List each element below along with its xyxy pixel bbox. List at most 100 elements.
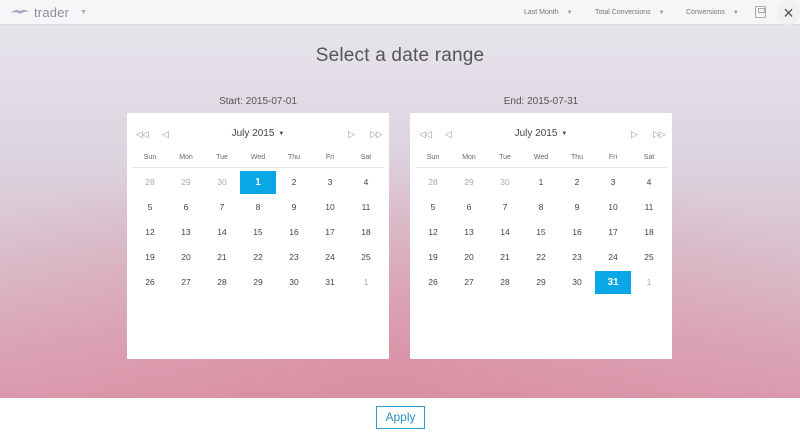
- conversions-menu-label: Conversions: [686, 9, 725, 16]
- calendar-week: 5 6 7 8 9 10 11: [415, 196, 667, 221]
- calendar-day[interactable]: 7: [487, 196, 523, 219]
- calendar-day[interactable]: 21: [204, 246, 240, 269]
- calendar-day[interactable]: 30: [276, 271, 312, 294]
- calendar-day[interactable]: 29: [523, 271, 559, 294]
- calendar-day[interactable]: 13: [168, 221, 204, 244]
- calendar-day[interactable]: 2: [276, 171, 312, 194]
- calendar-day[interactable]: 11: [348, 196, 384, 219]
- calendar-day[interactable]: 6: [451, 196, 487, 219]
- calendar-day[interactable]: 22: [240, 246, 276, 269]
- calendar-week: 26 27 28 29 30 31 1: [132, 271, 384, 296]
- calendar-day[interactable]: 24: [312, 246, 348, 269]
- calendar-day[interactable]: 1: [348, 271, 384, 294]
- calendar-day[interactable]: 1: [523, 171, 559, 194]
- calendar-day[interactable]: 25: [348, 246, 384, 269]
- weekday-label: Fri: [325, 154, 335, 161]
- calendar-day[interactable]: 22: [523, 246, 559, 269]
- calendar-day[interactable]: 14: [487, 221, 523, 244]
- calendar-day[interactable]: 17: [595, 221, 631, 244]
- calendar-day[interactable]: 4: [348, 171, 384, 194]
- calendar-day[interactable]: 24: [595, 246, 631, 269]
- calendar-day[interactable]: 30: [487, 171, 523, 194]
- weekday-label: Sat: [643, 154, 655, 161]
- top-bar: trader ▼ Last Month ▼ Total Conversions …: [0, 0, 800, 25]
- calendar-day[interactable]: 25: [631, 246, 667, 269]
- calendar-day[interactable]: 30: [204, 171, 240, 194]
- calendar-day[interactable]: 11: [631, 196, 667, 219]
- bird-logo-icon: [11, 9, 29, 14]
- calendar-day[interactable]: 10: [595, 196, 631, 219]
- calendar-day[interactable]: 12: [415, 221, 451, 244]
- calendar-day[interactable]: 3: [312, 171, 348, 194]
- calendar-day[interactable]: 7: [204, 196, 240, 219]
- calendar-day[interactable]: 30: [559, 271, 595, 294]
- apply-button[interactable]: Apply: [376, 406, 425, 429]
- calendar-day[interactable]: 23: [559, 246, 595, 269]
- calendar-week: 26 27 28 29 30 31 1: [415, 271, 667, 296]
- calendar-day[interactable]: 31: [312, 271, 348, 294]
- next-year-icon[interactable]: ▷▷: [370, 127, 383, 141]
- calendar-day[interactable]: 18: [631, 221, 667, 244]
- calendar-day[interactable]: 9: [276, 196, 312, 219]
- calendar-day[interactable]: 26: [415, 271, 451, 294]
- calendar-day[interactable]: 28: [415, 171, 451, 194]
- next-month-icon[interactable]: ▷: [348, 127, 355, 141]
- calendar-nav: ◁◁ ◁ July 2015 ▼ ▷ ▷▷: [410, 127, 672, 141]
- calendar-day[interactable]: 29: [451, 171, 487, 194]
- date-range-menu[interactable]: Last Month ▼: [524, 0, 573, 25]
- weekday-label: Fri: [608, 154, 618, 161]
- calendar-day[interactable]: 18: [348, 221, 384, 244]
- calendar-day[interactable]: 5: [415, 196, 451, 219]
- weekday-label: Tue: [499, 154, 511, 161]
- chevron-down-icon[interactable]: ▼: [80, 9, 87, 16]
- calendar-day[interactable]: 21: [487, 246, 523, 269]
- calendar-day[interactable]: 29: [168, 171, 204, 194]
- calendar-day[interactable]: 14: [204, 221, 240, 244]
- calendar-day[interactable]: 27: [451, 271, 487, 294]
- calendar-day[interactable]: 15: [523, 221, 559, 244]
- conversions-menu[interactable]: Conversions ▼: [686, 0, 739, 25]
- calendar-day-selected[interactable]: 31: [595, 271, 631, 294]
- calendar-day[interactable]: 6: [168, 196, 204, 219]
- calendar-day[interactable]: 12: [132, 221, 168, 244]
- calendar-day[interactable]: 29: [240, 271, 276, 294]
- calendar-day[interactable]: 3: [595, 171, 631, 194]
- calendar-day[interactable]: 1: [631, 271, 667, 294]
- calendar-week: 12 13 14 15 16 17 18: [132, 221, 384, 246]
- close-button[interactable]: ×: [777, 0, 800, 25]
- date-range-menu-label: Last Month: [524, 9, 559, 16]
- calendar-day[interactable]: 20: [451, 246, 487, 269]
- calendar-day[interactable]: 19: [415, 246, 451, 269]
- calendar-day[interactable]: 13: [451, 221, 487, 244]
- calendar-day[interactable]: 28: [132, 171, 168, 194]
- end-date-label: End: 2015-07-31: [503, 96, 579, 107]
- calendar-day[interactable]: 28: [204, 271, 240, 294]
- calendar-day[interactable]: 2: [559, 171, 595, 194]
- calendar-week: 28 29 30 1 2 3 4: [132, 171, 384, 196]
- calendar-day[interactable]: 8: [240, 196, 276, 219]
- calendar-day[interactable]: 16: [276, 221, 312, 244]
- calendar-day[interactable]: 17: [312, 221, 348, 244]
- chevron-down-icon: ▼: [566, 9, 573, 16]
- calendar-day[interactable]: 4: [631, 171, 667, 194]
- calendar-day[interactable]: 9: [559, 196, 595, 219]
- save-icon[interactable]: [755, 6, 766, 18]
- metric-menu[interactable]: Total Conversions ▼: [595, 0, 665, 25]
- calendar-day[interactable]: 19: [132, 246, 168, 269]
- calendar-day[interactable]: 5: [132, 196, 168, 219]
- start-calendar: ◁◁ ◁ July 2015 ▼ ▷ ▷▷ Sun Mon Tue Wed Thu…: [127, 113, 389, 359]
- calendar-day[interactable]: 8: [523, 196, 559, 219]
- calendar-day[interactable]: 28: [487, 271, 523, 294]
- calendar-day[interactable]: 10: [312, 196, 348, 219]
- calendar-day[interactable]: 15: [240, 221, 276, 244]
- calendar-day[interactable]: 20: [168, 246, 204, 269]
- calendar-day[interactable]: 27: [168, 271, 204, 294]
- calendar-day-selected[interactable]: 1: [240, 171, 276, 194]
- next-year-icon[interactable]: ▷▷: [653, 127, 666, 141]
- calendar-day[interactable]: 23: [276, 246, 312, 269]
- calendar-day[interactable]: 26: [132, 271, 168, 294]
- weekday-label: Sun: [143, 154, 157, 161]
- calendar-day[interactable]: 16: [559, 221, 595, 244]
- logo[interactable]: trader ▼: [10, 5, 87, 20]
- next-month-icon[interactable]: ▷: [631, 127, 638, 141]
